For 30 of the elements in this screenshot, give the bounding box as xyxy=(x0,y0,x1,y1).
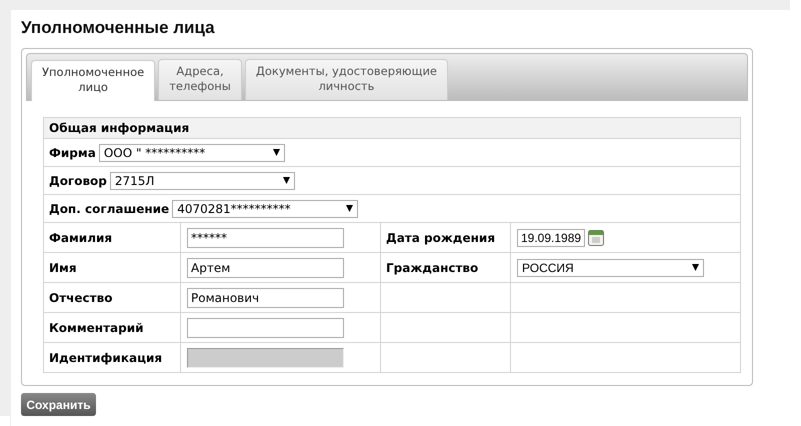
dropdown[interactable]: ООО " ********** xyxy=(98,144,285,162)
calendar-icon[interactable] xyxy=(588,229,604,246)
dropdown[interactable]: 4070281********** xyxy=(172,200,358,218)
dropdown[interactable]: РОССИЯ xyxy=(517,258,704,276)
field-label: Идентификация xyxy=(49,350,162,364)
field-label: Дата рождения xyxy=(386,230,496,244)
input-field[interactable]: Артем xyxy=(187,258,344,278)
caret-icon xyxy=(282,177,290,184)
input-field[interactable]: Романович xyxy=(187,288,344,308)
field-label: Доп. соглашение xyxy=(49,202,170,216)
section-header: Общая информация xyxy=(44,118,740,138)
save-button[interactable]: Сохранить xyxy=(21,393,96,416)
tab[interactable]: Адреса, телефоны xyxy=(158,59,242,100)
field-label: Фамилия xyxy=(49,230,112,244)
tab[interactable]: Уполномоченное лицо xyxy=(31,60,156,101)
field-label: Договор xyxy=(49,174,107,188)
field-label: Фирма xyxy=(49,146,96,160)
field-label: Отчество xyxy=(49,290,112,304)
input-field[interactable] xyxy=(187,318,344,338)
dropdown[interactable]: 2715Л xyxy=(110,172,295,190)
field-label: Гражданство xyxy=(386,260,478,274)
input-field[interactable]: ****** xyxy=(187,228,344,248)
caret-icon xyxy=(692,264,699,271)
caret-icon xyxy=(272,149,280,156)
date-field[interactable]: 19.09.1989 xyxy=(517,228,586,246)
field-label: Комментарий xyxy=(49,320,144,334)
page-title: Уполномоченные лица xyxy=(21,18,216,38)
field-label: Имя xyxy=(49,260,77,274)
caret-icon xyxy=(346,205,354,212)
tab[interactable]: Документы, удостоверяющие личность xyxy=(244,59,448,100)
